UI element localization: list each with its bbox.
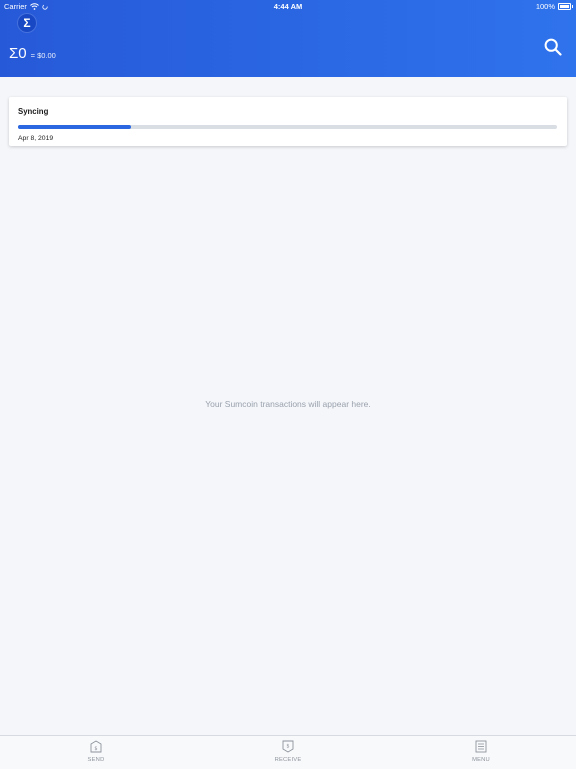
status-time: 4:44 AM: [273, 2, 303, 11]
menu-icon: [475, 740, 487, 753]
status-right: 100%: [535, 2, 573, 11]
svg-text:$: $: [94, 746, 97, 752]
tab-receive-label: RECEIVE: [274, 757, 302, 763]
battery-icon: [558, 3, 573, 10]
sumcoin-logo: Σ: [18, 14, 36, 32]
sync-date: Apr 8, 2019: [18, 135, 54, 142]
tab-send[interactable]: $ SEND: [66, 736, 126, 769]
balance-amount: Σ0: [9, 45, 27, 62]
search-icon[interactable]: [544, 38, 562, 56]
battery-percent: 100%: [535, 2, 555, 11]
sync-title: Syncing: [18, 107, 49, 116]
tab-bar: $ SEND $ RECEIVE MENU: [0, 735, 576, 769]
sync-progress-bar: [18, 125, 557, 129]
status-bar: Carrier 4:44 AM 100%: [0, 0, 576, 14]
send-icon: $: [90, 740, 102, 753]
empty-state-message: Your Sumcoin transactions will appear he…: [205, 399, 371, 409]
sync-card: Syncing Apr 8, 2019: [9, 97, 567, 146]
tab-menu[interactable]: MENU: [451, 736, 511, 769]
tab-send-label: SEND: [87, 757, 105, 763]
tab-receive[interactable]: $ RECEIVE: [258, 736, 318, 769]
balance-fiat: = $0.00: [30, 51, 56, 60]
header: Carrier 4:44 AM 100% Σ Σ0 = $0.00: [0, 0, 576, 77]
balance-display[interactable]: Σ0 = $0.00: [9, 45, 56, 62]
sync-progress-fill: [18, 125, 132, 129]
svg-text:$: $: [286, 744, 289, 750]
receive-icon: $: [282, 740, 294, 753]
tab-menu-label: MENU: [472, 757, 490, 763]
